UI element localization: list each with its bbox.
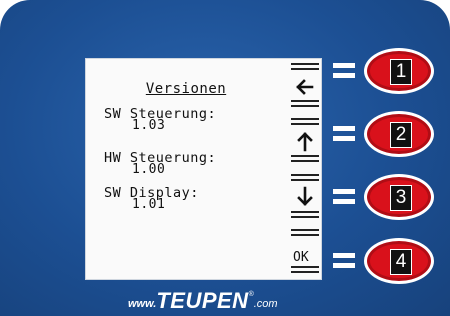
equals-sign-3 (333, 188, 355, 206)
logo-com: .com (253, 298, 278, 310)
hardware-button-2[interactable]: 2 (364, 111, 434, 157)
equals-sign-1 (333, 62, 355, 80)
hardware-button-1[interactable]: 1 (364, 48, 434, 94)
hardware-button-3[interactable]: 3 (364, 174, 434, 220)
hardware-button-4[interactable]: 4 (364, 238, 434, 284)
button-number-1: 1 (390, 59, 412, 85)
button-number-4: 4 (390, 249, 412, 275)
equals-sign-2 (333, 125, 355, 143)
control-panel: Versionen SW Steuerung: 1.03 HW Steuerun… (0, 0, 450, 316)
softkey-column: OK (291, 61, 319, 273)
teupen-logo: www.TEUPEN®.com (128, 288, 278, 313)
hw-steuerung-value: 1.00 (132, 162, 166, 177)
softkey-down[interactable] (291, 174, 319, 218)
arrow-up-icon (297, 132, 313, 152)
lcd-display: Versionen SW Steuerung: 1.03 HW Steuerun… (85, 58, 322, 280)
softkey-back[interactable] (291, 63, 319, 107)
logo-www: www. (128, 298, 157, 310)
display-title: Versionen (145, 81, 227, 97)
sw-steuerung-value: 1.03 (132, 118, 166, 133)
equals-sign-4 (333, 252, 355, 270)
softkey-ok[interactable]: OK (291, 229, 319, 273)
softkey-up[interactable] (291, 118, 319, 162)
arrow-left-icon (296, 79, 314, 95)
panel-corner-top-left (0, 0, 60, 60)
softkey-ok-label: OK (293, 250, 309, 265)
sw-display-value: 1.01 (132, 197, 166, 212)
logo-brand: TEUPEN (156, 288, 249, 313)
arrow-down-icon (297, 186, 313, 206)
button-number-2: 2 (390, 122, 412, 148)
button-number-3: 3 (390, 185, 412, 211)
logo-registered-mark: ® (248, 291, 254, 298)
